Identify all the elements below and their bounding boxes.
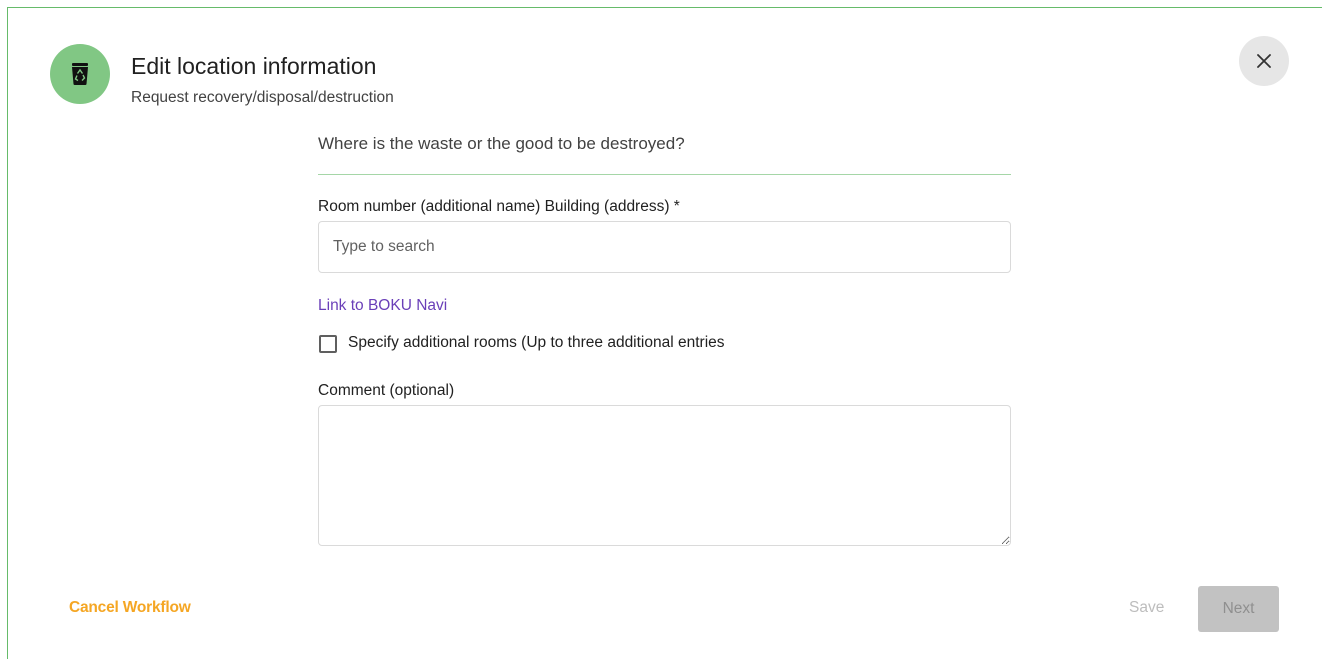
room-search-input[interactable] — [318, 221, 1011, 273]
section-divider — [318, 174, 1011, 175]
dialog-title: Edit location information — [131, 53, 377, 79]
comment-textarea[interactable] — [318, 405, 1011, 546]
next-button[interactable]: Next — [1198, 586, 1279, 632]
close-button[interactable] — [1239, 36, 1289, 86]
cancel-workflow-button[interactable]: Cancel Workflow — [69, 599, 191, 617]
recycling-bin-icon — [72, 63, 88, 85]
boku-navi-link[interactable]: Link to BOKU Navi — [318, 297, 447, 315]
room-field-label: Room number (additional name) Building (… — [318, 198, 680, 215]
dialog-subtitle: Request recovery/disposal/destruction — [131, 89, 394, 106]
additional-rooms-label: Specify additional rooms (Up to three ad… — [348, 334, 725, 351]
dialog-avatar — [50, 44, 110, 104]
form-question: Where is the waste or the good to be des… — [318, 134, 685, 153]
save-button[interactable]: Save — [1129, 599, 1164, 617]
close-icon — [1257, 54, 1271, 68]
comment-field-label: Comment (optional) — [318, 382, 455, 399]
additional-rooms-checkbox[interactable] — [319, 335, 337, 353]
